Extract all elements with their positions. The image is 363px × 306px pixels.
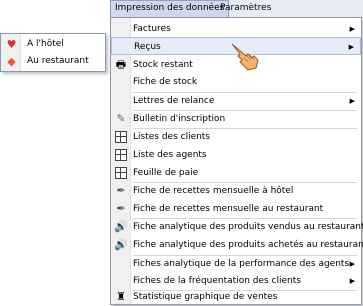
menu-item-label: Fiche analytique des produits achetés au…: [133, 240, 363, 250]
wrench-icon: ✒: [116, 184, 126, 197]
menu-item-label: Fiche analytique des produits vendus au …: [133, 222, 363, 232]
menu-parametres[interactable]: Paramètres: [216, 0, 275, 16]
menu-item-label: Feuille de paie: [133, 168, 199, 178]
menu-item-feuille-de-paie[interactable]: Feuille de paie: [111, 164, 361, 182]
menu-item-analytique-vendus[interactable]: 🔊 Fiche analytique des produits vendus a…: [111, 218, 363, 236]
menu-item-label: Fiches analytique de la performance des …: [133, 259, 350, 269]
submenu-item-hotel[interactable]: ♥ A l'hôtel: [1, 36, 105, 53]
recus-submenu: ♥ A l'hôtel ◆ Au restaurant: [0, 33, 106, 72]
submenu-arrow-icon: ▶: [349, 25, 355, 33]
menu-item-fiche-recettes-hotel[interactable]: ✒ Fiche de recettes mensuelle à hôtel: [111, 182, 361, 200]
menu-item-label: Liste des agents: [133, 150, 207, 160]
wrench-icon: ✒: [116, 202, 126, 215]
menu-item-label: Fiche de recettes mensuelle à hôtel: [133, 186, 294, 196]
grid-icon: [114, 148, 128, 162]
signal-icon: 🔊: [114, 220, 128, 233]
grid-icon: [114, 130, 128, 144]
heart-icon: ♥: [6, 38, 17, 51]
grid-icon: [114, 166, 128, 180]
menu-item-label: Fiche de stock: [133, 77, 198, 87]
menu-item-label: Bulletin d'inscription: [133, 114, 226, 124]
menu-item-bulletin-inscription[interactable]: ✎ Bulletin d'inscription: [111, 110, 361, 128]
submenu-arrow-icon: ▶: [348, 43, 354, 51]
menu-item-label: Listes des clients: [133, 132, 211, 142]
menu-item-lettres-de-relance[interactable]: Lettres de relance ▶: [111, 92, 361, 110]
menu-item-performance-agents[interactable]: Fiches analytique de la performance des …: [111, 255, 361, 273]
menu-item-listes-des-clients[interactable]: Listes des clients: [111, 128, 361, 146]
menu-item-label: Lettres de relance: [133, 96, 215, 106]
hand-cursor-icon: [231, 43, 259, 71]
submenu-arrow-icon: ▶: [349, 260, 355, 268]
submenu-item-restaurant[interactable]: ◆ Au restaurant: [1, 53, 105, 70]
submenu-item-label: Au restaurant: [27, 56, 89, 66]
diamond-icon: ◆: [7, 55, 16, 68]
menu-bar: Impression des données Paramètres: [110, 0, 363, 18]
menu-item-liste-des-agents[interactable]: Liste des agents: [111, 146, 361, 164]
menu-item-factures[interactable]: Factures ▶: [111, 20, 361, 38]
menu-item-fiche-recettes-restaurant[interactable]: ✒ Fiche de recettes mensuelle au restaur…: [111, 200, 361, 218]
menu-item-label: Statistique graphique de ventes: [133, 292, 278, 302]
signal-icon: 🔊: [114, 238, 128, 251]
chart-icon: ♜: [116, 290, 126, 303]
menu-item-label: Reçus: [134, 42, 161, 52]
menu-item-label: Fiche de recettes mensuelle au restauran…: [133, 204, 324, 214]
menu-item-label: Stock restant: [133, 60, 193, 70]
menu-item-fiche-de-stock[interactable]: Fiche de stock: [111, 73, 361, 91]
menu-item-statistique-ventes[interactable]: ♜ Statistique graphique de ventes: [111, 288, 361, 306]
submenu-arrow-icon: ▶: [349, 97, 355, 105]
menu-item-analytique-achetes[interactable]: 🔊 Fiche analytique des produits achetés …: [111, 236, 363, 254]
menu-impression-des-donnees[interactable]: Impression des données: [110, 0, 230, 17]
menu-item-label: Factures: [133, 24, 171, 34]
print-icon: 🖶: [115, 58, 127, 71]
submenu-item-label: A l'hôtel: [27, 39, 64, 49]
pen-icon: ✎: [116, 112, 126, 125]
